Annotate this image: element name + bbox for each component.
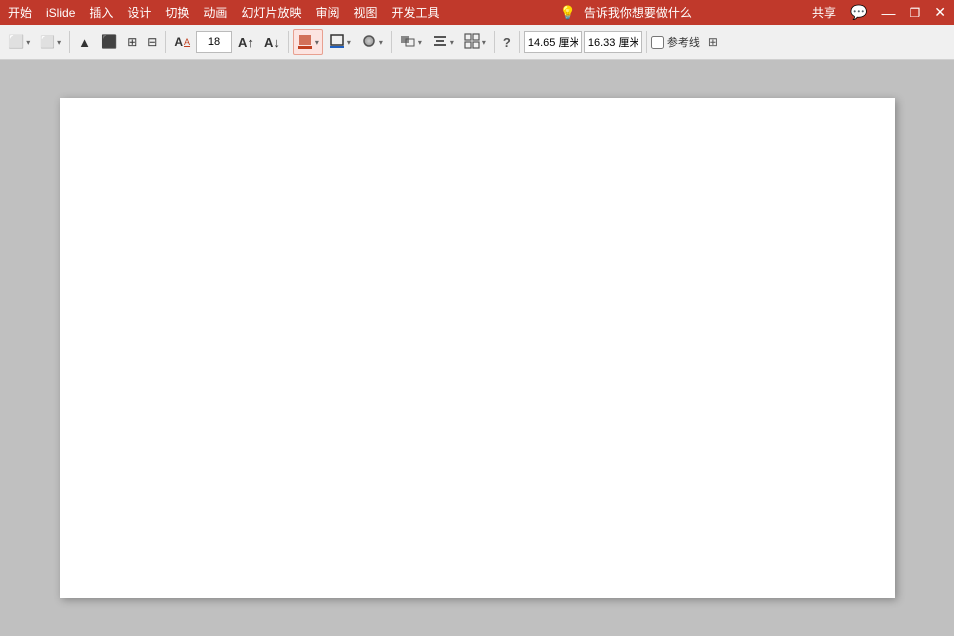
width-input[interactable] [524, 31, 582, 53]
menu-transition[interactable]: 切换 [165, 4, 189, 21]
effects-dropdown: ▾ [379, 38, 383, 47]
minimize-button[interactable]: — [882, 5, 896, 21]
align-icon [432, 33, 448, 52]
group2-icon [464, 33, 480, 52]
title-bar: 开始 iSlide 插入 设计 切换 动画 幻灯片放映 审阅 视图 开发工具 💡… [0, 0, 954, 25]
bring-forward-button[interactable]: ▲ [74, 29, 95, 55]
shape-select-icon: ⬜ [40, 35, 55, 49]
outline-icon [329, 33, 345, 52]
group-button[interactable]: ⊞ [123, 29, 141, 55]
text-align-icon: A [174, 35, 183, 49]
select-dropdown-arrow: ▾ [26, 38, 30, 47]
shape-dropdown-arrow: ▾ [57, 38, 61, 47]
menu-slideshow[interactable]: 幻灯片放映 [241, 4, 301, 21]
fill-color-dropdown: ▾ [315, 38, 319, 47]
outline-dropdown: ▾ [347, 38, 351, 47]
reference-line-area: 参考线 [651, 34, 700, 50]
comments-icon[interactable]: 💬 [850, 4, 867, 21]
close-button[interactable]: ✕ [934, 4, 946, 21]
shape-select-button[interactable]: ⬜ ▾ [36, 29, 65, 55]
separator-1 [69, 31, 70, 53]
align-button[interactable]: ▾ [428, 29, 458, 55]
extra-right-icon: ⊞ [708, 35, 718, 49]
text-align-button[interactable]: A A [170, 29, 194, 55]
reference-line-checkbox[interactable] [651, 36, 664, 49]
restore-button[interactable]: ❐ [910, 6, 921, 20]
arrange-dropdown: ▾ [418, 38, 422, 47]
menu-review[interactable]: 审阅 [315, 4, 339, 21]
bring-forward-icon: ▲ [78, 35, 91, 50]
menu-developer[interactable]: 开发工具 [391, 4, 439, 21]
separator-7 [646, 31, 647, 53]
menu-insert[interactable]: 插入 [89, 4, 113, 21]
group-icon: ⊞ [127, 35, 137, 49]
arrange-icon [400, 33, 416, 52]
menu-view[interactable]: 视图 [353, 4, 377, 21]
lightbulb-icon: 💡 [560, 5, 576, 21]
send-backward-button[interactable]: ⬛ [97, 29, 121, 55]
arrange-button[interactable]: ▾ [396, 29, 426, 55]
separator-5 [494, 31, 495, 53]
group2-dropdown: ▾ [482, 38, 486, 47]
tell-me-text[interactable]: 告诉我你想要做什么 [584, 4, 692, 21]
increase-font-button[interactable]: A↑ [234, 29, 258, 55]
select-tool-button[interactable]: ⬜ ▾ [4, 29, 34, 55]
decrease-font-button[interactable]: A↓ [260, 29, 284, 55]
fill-color-icon [297, 34, 313, 50]
separator-2 [165, 31, 166, 53]
font-size-input[interactable] [196, 31, 232, 53]
ungroup-icon: ⊟ [147, 35, 157, 49]
group2-button[interactable]: ▾ [460, 29, 490, 55]
fill-color-button[interactable]: ▾ [293, 29, 323, 55]
share-button[interactable]: 共享 [812, 4, 836, 21]
separator-3 [288, 31, 289, 53]
separator-4 [391, 31, 392, 53]
reference-line-label: 参考线 [667, 34, 700, 50]
ungroup-button[interactable]: ⊟ [143, 29, 161, 55]
slide-area [0, 60, 954, 636]
height-input[interactable] [584, 31, 642, 53]
shape-effects-icon [361, 33, 377, 52]
slide-canvas[interactable] [60, 98, 895, 598]
menu-design[interactable]: 设计 [127, 4, 151, 21]
toolbar: ⬜ ▾ ⬜ ▾ ▲ ⬛ ⊞ ⊟ A A A↑ A↓ [0, 25, 954, 60]
decrease-font-icon: A↓ [264, 35, 280, 50]
outline-button[interactable]: ▾ [325, 29, 355, 55]
extra-right-button[interactable]: ⊞ [704, 29, 722, 55]
menu-animation[interactable]: 动画 [203, 4, 227, 21]
align-dropdown: ▾ [450, 38, 454, 47]
shape-effects-button[interactable]: ▾ [357, 29, 387, 55]
title-center: 💡 告诉我你想要做什么 [560, 4, 692, 21]
help-button[interactable]: ? [499, 29, 515, 55]
separator-6 [519, 31, 520, 53]
menu-islide[interactable]: iSlide [46, 6, 75, 20]
menu-start[interactable]: 开始 [8, 4, 32, 21]
title-bar-right: 共享 💬 — ❐ ✕ [812, 4, 946, 21]
help-icon: ? [503, 35, 511, 50]
title-bar-left: 开始 iSlide 插入 设计 切换 动画 幻灯片放映 审阅 视图 开发工具 [8, 4, 440, 21]
select-icon: ⬜ [8, 34, 24, 50]
send-backward-icon: ⬛ [101, 34, 117, 50]
increase-font-icon: A↑ [238, 35, 254, 50]
